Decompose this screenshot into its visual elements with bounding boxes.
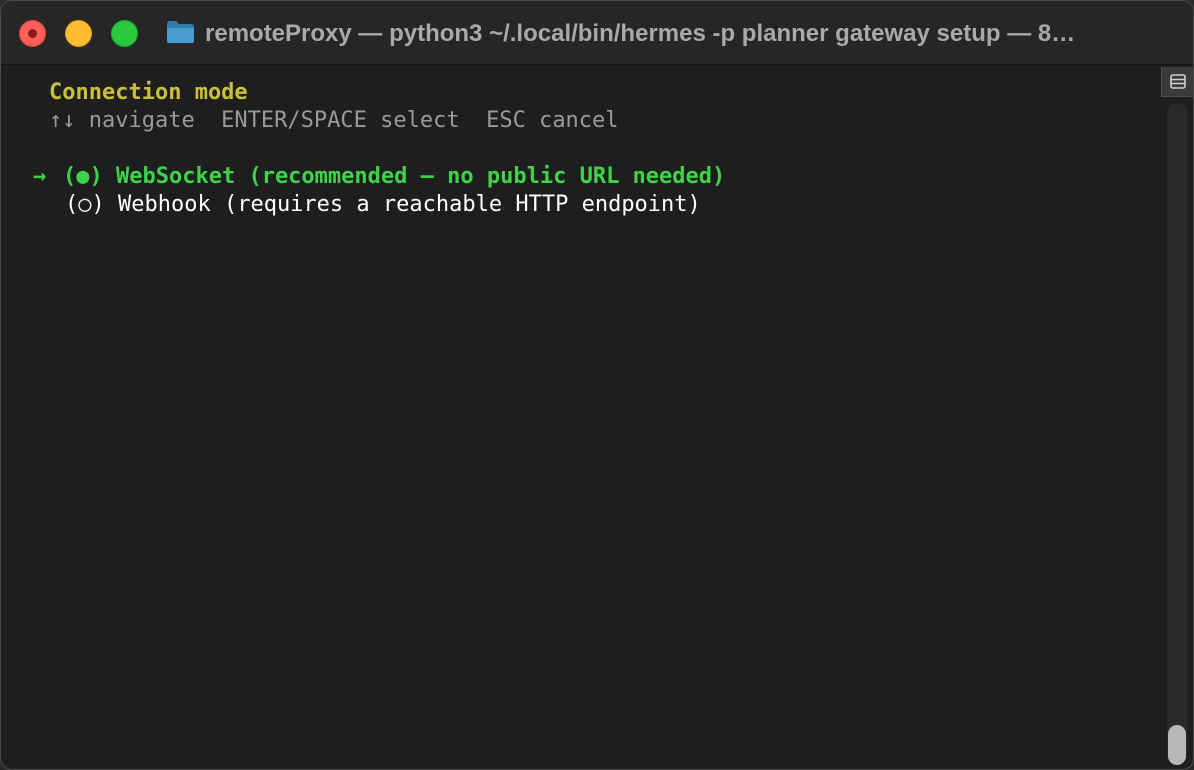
prompt-heading: Connection mode [49,80,248,105]
zoom-button[interactable] [111,20,138,47]
cursor-arrow-icon: → [33,164,47,189]
radio-unselected-icon: (○) [65,192,105,217]
radio-selected-icon: (●) [63,164,103,189]
scrollbar-thumb[interactable] [1168,725,1186,765]
option-webhook[interactable]: (○) Webhook (requires a reachable HTTP e… [65,191,701,219]
title-bar[interactable]: remoteProxy — python3 ~/.local/bin/herme… [1,1,1193,65]
option-label: WebSocket (recommended — no public URL n… [116,164,726,189]
window-title: remoteProxy — python3 ~/.local/bin/herme… [205,20,1076,47]
scrollbar-track[interactable] [1167,103,1187,765]
option-label: Webhook (requires a reachable HTTP endpo… [118,192,701,217]
close-indicator-icon [28,29,37,38]
minimize-button[interactable] [65,20,92,47]
split-pane-button[interactable] [1161,67,1193,97]
folder-icon [167,21,194,43]
split-pane-icon [1170,74,1186,89]
close-button[interactable] [19,20,46,47]
terminal-window: remoteProxy — python3 ~/.local/bin/herme… [0,0,1194,770]
terminal-content[interactable]: Connection mode ↑↓ navigate ENTER/SPACE … [1,65,1161,769]
key-hints: ↑↓ navigate ENTER/SPACE select ESC cance… [49,108,619,133]
option-websocket[interactable]: → (●) WebSocket (recommended — no public … [33,163,725,191]
